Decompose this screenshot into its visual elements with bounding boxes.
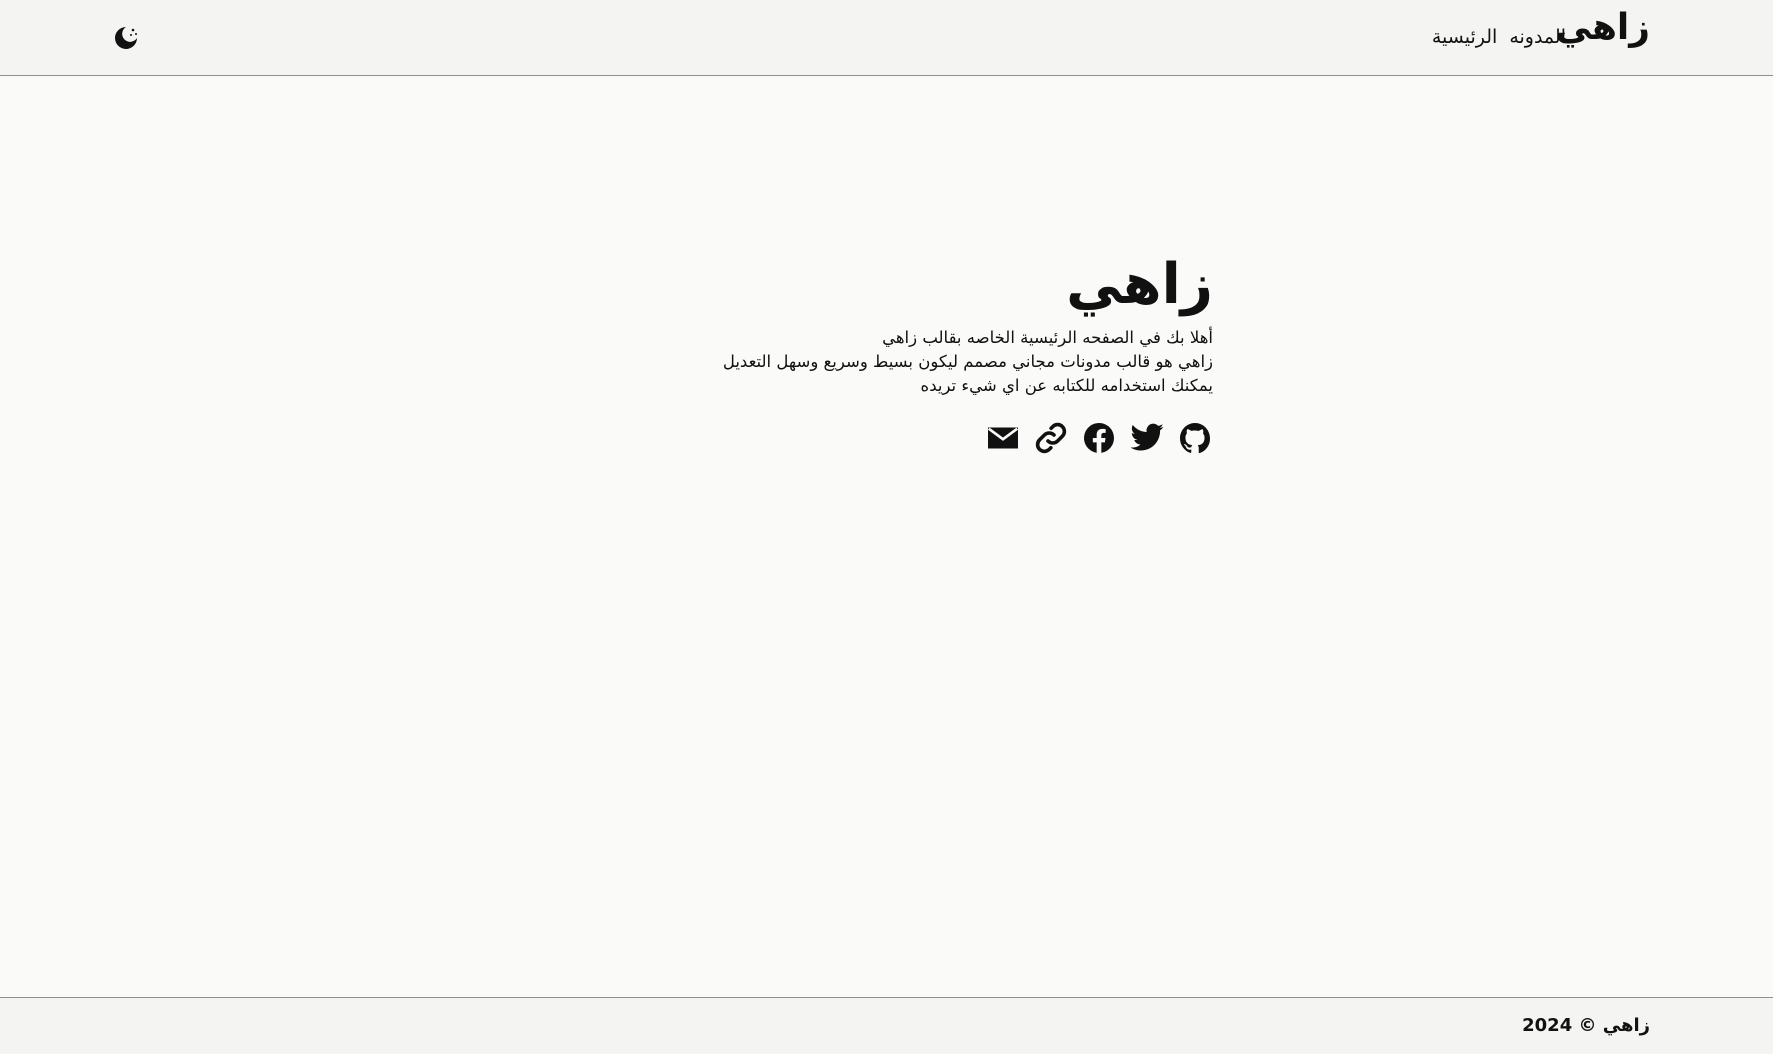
- facebook-icon: [1084, 422, 1114, 453]
- site-header: زاهي الرئيسية المدونه: [0, 0, 1773, 76]
- social-links: [693, 420, 1213, 456]
- site-logo[interactable]: زاهي: [1556, 10, 1650, 46]
- intro-line: زاهي هو قالب مدونات مجاني مصمم ليكون بسي…: [722, 351, 1213, 371]
- nav-item-blog[interactable]: المدونه: [1509, 26, 1566, 48]
- facebook-link[interactable]: [1081, 420, 1117, 456]
- main-nav: الرئيسية المدونه: [1432, 26, 1566, 48]
- mail-icon: [987, 427, 1019, 449]
- site-footer: زاهي © 2024: [0, 997, 1773, 1054]
- theme-toggle-button[interactable]: [112, 24, 140, 52]
- page-title: زاهي: [1066, 252, 1213, 317]
- link-icon: [1035, 422, 1067, 453]
- moon-stars-icon: [115, 27, 137, 49]
- copyright-text: زاهي © 2024: [1522, 1015, 1650, 1036]
- nav-item-home[interactable]: الرئيسية: [1432, 26, 1497, 48]
- intro-line: أهلا بك في الصفحه الرئيسية الخاصه بقالب …: [882, 327, 1213, 347]
- email-link[interactable]: [985, 420, 1021, 456]
- website-link[interactable]: [1033, 420, 1069, 456]
- twitter-link[interactable]: [1129, 420, 1165, 456]
- intro-text: أهلا بك في الصفحه الرئيسية الخاصه بقالب …: [693, 326, 1213, 398]
- hero-section: زاهي أهلا بك في الصفحه الرئيسية الخاصه ب…: [693, 254, 1213, 456]
- github-link[interactable]: [1177, 420, 1213, 456]
- twitter-icon: [1130, 423, 1164, 451]
- intro-line: يمكنك استخدامه للكتابه عن اي شيء تريده: [920, 375, 1213, 395]
- github-icon: [1180, 422, 1211, 453]
